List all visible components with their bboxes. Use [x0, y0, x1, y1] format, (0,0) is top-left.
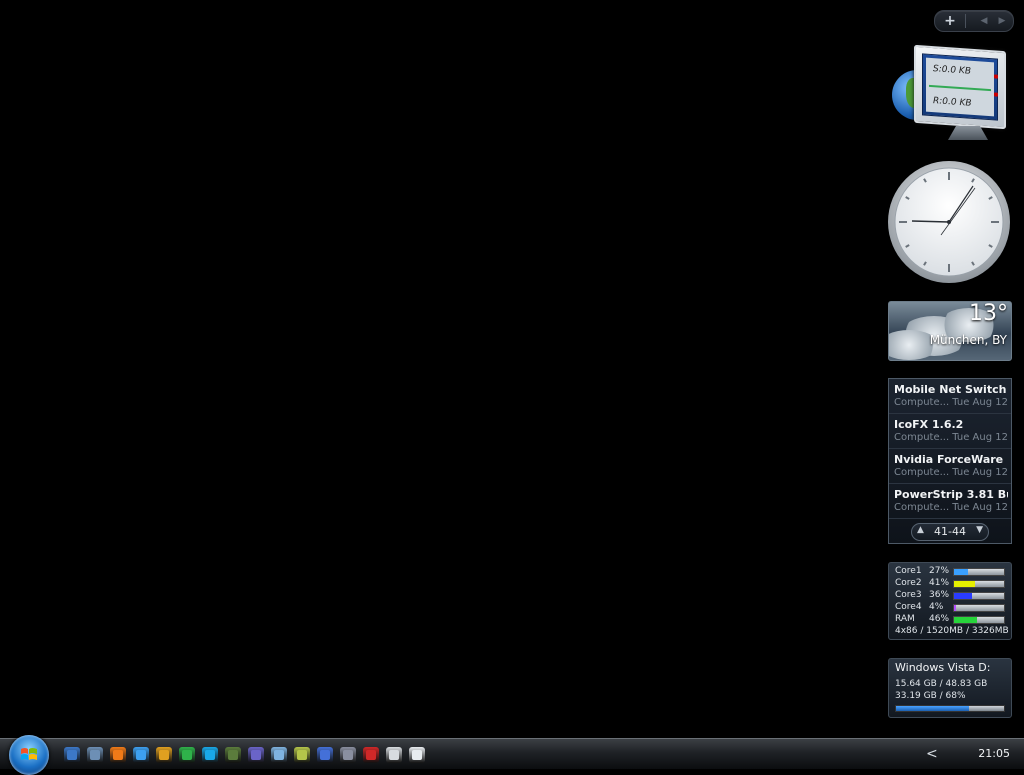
feed-item-date: Tue Aug 12 — [952, 467, 1008, 478]
cpu-row: Core4 4% — [895, 602, 1007, 614]
feed-item-title: Nvidia ForceWare 17... — [894, 453, 1008, 466]
sent-readout: S:0.0 KB — [933, 64, 971, 77]
cpu-row-bar — [953, 616, 1005, 624]
feed-item-source: Compute... — [894, 432, 950, 443]
internet-explorer-icon[interactable] — [133, 747, 149, 763]
drive-usage-bar — [895, 705, 1005, 712]
feed-headlines-gadget: Mobile Net Switch 3.... Compute... Tue A… — [888, 378, 1012, 544]
steam-icon[interactable] — [386, 747, 402, 763]
winamp-icon[interactable] — [156, 747, 172, 763]
weather-location: München, BY — [929, 333, 1007, 347]
cpu-row-bar — [953, 580, 1005, 588]
cpu-row-percent: 41% — [929, 578, 950, 588]
feed-item[interactable]: Mobile Net Switch 3.... Compute... Tue A… — [889, 379, 1011, 414]
feed-item-date: Tue Aug 12 — [952, 502, 1008, 513]
cpu-row-percent: 36% — [929, 590, 950, 600]
feed-item-source: Compute... — [894, 397, 950, 408]
drive-title: Windows Vista D: — [895, 661, 991, 674]
feather-app-icon[interactable] — [317, 747, 333, 763]
monitor-stand — [948, 126, 988, 140]
cpu-row: Core2 41% — [895, 578, 1007, 590]
cpu-summary: 4x86 / 1520MB / 3326MB — [895, 626, 1009, 636]
next-page-button[interactable]: ▶ — [989, 11, 1015, 31]
feed-item[interactable]: PowerStrip 3.81 Buil... Compute... Tue A… — [889, 484, 1011, 519]
cpu-row-bar — [953, 592, 1005, 600]
clock-hour-hand — [911, 220, 950, 223]
cpu-row-name: Core1 — [895, 566, 922, 576]
utility-icon[interactable] — [225, 747, 241, 763]
clock-gadget[interactable] — [887, 160, 1011, 284]
feed-item-title: IcoFX 1.6.2 — [894, 418, 964, 431]
cpu-row: Core3 36% — [895, 590, 1007, 602]
messenger-icon[interactable] — [179, 747, 195, 763]
cpu-row-percent: 46% — [929, 614, 950, 624]
cpu-row: RAM 46% — [895, 614, 1007, 626]
headphones-icon[interactable] — [340, 747, 356, 763]
switch-windows-icon[interactable] — [87, 747, 103, 763]
show-hidden-icons-button[interactable]: < — [926, 746, 938, 762]
cpu-row-percent: 27% — [929, 566, 950, 576]
drive-capacity: 15.64 GB / 48.83 GB — [895, 679, 988, 689]
sidebar-controls: + ◀ ▶ — [934, 10, 1014, 32]
download-app-icon[interactable] — [271, 747, 287, 763]
skype-icon[interactable] — [202, 747, 218, 763]
feed-pager: ▲ 41-44 ▼ — [911, 523, 989, 541]
add-gadget-button[interactable]: + — [937, 11, 963, 31]
cpu-row-bar — [953, 568, 1005, 576]
taskbar-clock[interactable]: 21:05 — [978, 747, 1010, 760]
cpu-row: Core1 27% — [895, 566, 1007, 578]
orb-app-icon[interactable] — [248, 747, 264, 763]
feed-item-title: PowerStrip 3.81 Buil... — [894, 488, 1008, 501]
show-desktop-icon[interactable] — [64, 747, 80, 763]
cpu-row-bar — [953, 604, 1005, 612]
received-readout: R:0.0 KB — [933, 96, 972, 109]
taskbar: < 21:05 — [0, 735, 1024, 775]
red-app-icon[interactable] — [363, 747, 379, 763]
cpu-row-name: RAM — [895, 614, 915, 624]
monitor-icon: S:0.0 KB R:0.0 KB — [914, 44, 1006, 130]
feed-item-date: Tue Aug 12 — [952, 397, 1008, 408]
drive-meter-gadget[interactable]: Windows Vista D: 15.64 GB / 48.83 GB 33.… — [888, 658, 1012, 718]
cpu-row-name: Core3 — [895, 590, 922, 600]
feed-item[interactable]: Nvidia ForceWare 17... Compute... Tue Au… — [889, 449, 1011, 484]
feed-item-date: Tue Aug 12 — [952, 432, 1008, 443]
terminal-icon[interactable] — [409, 747, 425, 763]
pager-down-button[interactable]: ▼ — [976, 525, 983, 535]
media-app-icon[interactable] — [294, 747, 310, 763]
feed-item[interactable]: IcoFX 1.6.2 Compute... Tue Aug 12 — [889, 414, 1011, 449]
windows-flag-icon — [21, 748, 37, 760]
feed-item-source: Compute... — [894, 467, 950, 478]
feed-item-title: Mobile Net Switch 3.... — [894, 383, 1008, 396]
cpu-row-name: Core4 — [895, 602, 922, 612]
weather-gadget[interactable]: 13° München, BY — [888, 301, 1012, 361]
network-meter-gadget[interactable]: S:0.0 KB R:0.0 KB — [890, 44, 1010, 148]
analog-clock-face — [888, 161, 1010, 283]
start-button[interactable] — [9, 735, 49, 775]
feed-item-source: Compute... — [894, 502, 950, 513]
cpu-row-percent: 4% — [929, 602, 944, 612]
cpu-meter-gadget[interactable]: Core1 27% Core2 41% Core3 36% Core4 4% R… — [888, 562, 1012, 640]
firefox-icon[interactable] — [110, 747, 126, 763]
drive-free: 33.19 GB / 68% — [895, 691, 966, 701]
divider — [965, 14, 966, 28]
weather-temperature: 13° — [969, 301, 1008, 326]
cpu-row-name: Core2 — [895, 578, 922, 588]
